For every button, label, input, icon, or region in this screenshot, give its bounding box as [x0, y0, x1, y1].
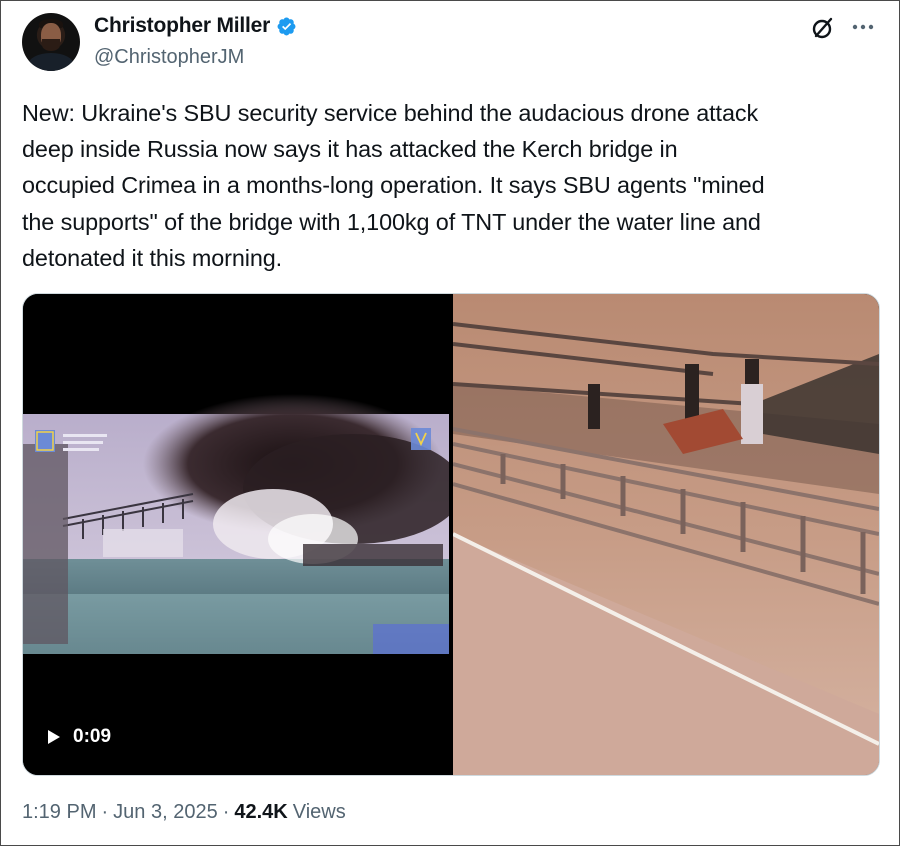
tweet-card[interactable]: Christopher Miller @ChristopherJM New: U… [0, 0, 900, 846]
tweet-date[interactable]: Jun 3, 2025 [113, 801, 218, 824]
video-thumbnail [23, 394, 449, 654]
views-count: 42.4K [234, 801, 288, 823]
video-player[interactable]: 0:09 [23, 294, 449, 775]
avatar[interactable] [22, 13, 80, 71]
photo-image [453, 294, 879, 775]
meta-separator: · [101, 801, 109, 823]
photo-bridge-cctv[interactable] [453, 294, 879, 775]
video-duration[interactable]: 0:09 [47, 726, 111, 748]
play-icon[interactable] [47, 729, 61, 745]
video-duration-label: 0:09 [73, 726, 112, 747]
views-label: Views [292, 801, 346, 823]
author-handle[interactable]: @ChristopherJM [94, 46, 244, 69]
grok-icon[interactable] [810, 15, 836, 41]
media-grid: 0:09 [22, 293, 880, 776]
meta-separator: · [222, 801, 230, 823]
author-display-name[interactable]: Christopher Miller [94, 14, 270, 38]
verified-badge-icon [277, 17, 296, 35]
tweet-text: New: Ukraine's SBU security service behi… [22, 100, 765, 271]
author-name-row[interactable]: Christopher Miller [94, 14, 297, 38]
tweet-time[interactable]: 1:19 PM [22, 801, 96, 824]
more-horizontal-icon[interactable] [849, 15, 877, 39]
tweet-meta: 1:19 PM · Jun 3, 2025 · 42.4K Views [22, 801, 346, 824]
